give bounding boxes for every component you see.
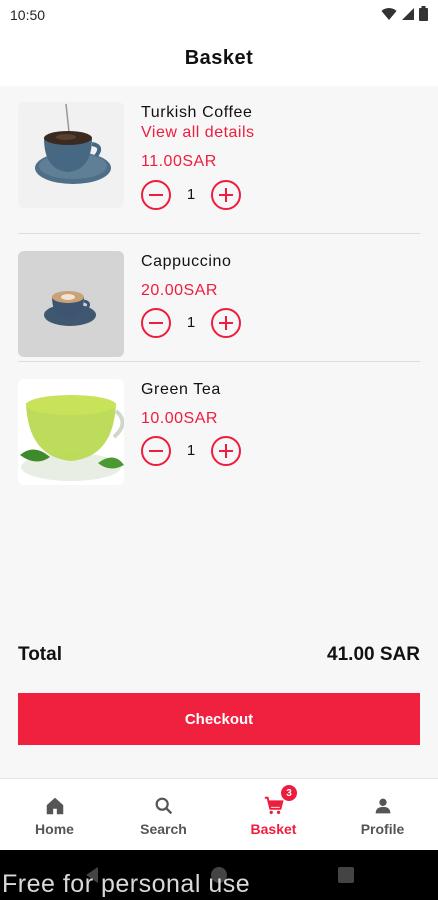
page-title: Basket: [184, 46, 254, 69]
basket-count-badge: 3: [281, 785, 297, 801]
total-label: Total: [18, 644, 62, 665]
turkish-coffee-image: [18, 102, 124, 208]
item-name: Turkish Coffee: [141, 104, 253, 121]
battery-icon: [419, 6, 428, 21]
increase-quantity-button[interactable]: [211, 436, 241, 466]
increase-quantity-button[interactable]: [211, 308, 241, 338]
item-name: Cappuccino: [141, 253, 232, 270]
bottom-nav: Home Search 3 Basket Profile: [0, 778, 438, 850]
nav-label: Search: [140, 821, 187, 837]
view-details-link[interactable]: View all details: [141, 124, 255, 142]
watermark: Free for personal use: [2, 870, 251, 898]
quantity-value: 1: [186, 186, 196, 203]
checkout-button[interactable]: Checkout: [18, 693, 420, 745]
quantity-value: 1: [186, 442, 196, 459]
nav-label: Profile: [360, 821, 405, 837]
decrease-quantity-button[interactable]: [141, 308, 171, 338]
nav-item-basket[interactable]: 3 Basket: [219, 779, 328, 851]
basket-item-cappuccino: Cappuccino 20.00SAR 1: [0, 250, 438, 360]
item-price: 11.00SAR: [141, 153, 217, 170]
nav-label: Home: [35, 821, 74, 837]
decrease-quantity-button[interactable]: [141, 436, 171, 466]
total-value: 41.00 SAR: [327, 644, 420, 665]
status-bar: 10:50: [0, 0, 438, 30]
search-icon: [155, 797, 172, 815]
basket-item-turkish-coffee: Turkish Coffee View all details 11.00SAR…: [0, 100, 438, 230]
divider: [18, 233, 420, 234]
wifi-icon: [381, 7, 397, 20]
status-icons: [381, 6, 428, 21]
app-header: Basket: [0, 30, 438, 86]
person-icon: [375, 798, 390, 814]
item-name: Green Tea: [141, 381, 221, 398]
quantity-stepper: 1: [141, 180, 241, 210]
item-price: 20.00SAR: [141, 282, 218, 299]
item-price: 10.00SAR: [141, 410, 218, 427]
green-tea-image: [18, 379, 124, 485]
cappuccino-image: [18, 251, 124, 357]
cellular-icon: [402, 7, 414, 20]
divider: [18, 361, 420, 362]
decrease-quantity-button[interactable]: [141, 180, 171, 210]
nav-item-home[interactable]: Home: [0, 779, 109, 851]
quantity-stepper: 1: [141, 308, 241, 338]
home-icon: [46, 797, 63, 815]
cart-icon: [264, 796, 284, 815]
status-time: 10:50: [10, 7, 46, 23]
nav-label: Basket: [250, 821, 297, 837]
quantity-value: 1: [186, 314, 196, 331]
nav-item-profile[interactable]: Profile: [328, 779, 437, 851]
recents-icon[interactable]: [338, 867, 354, 883]
basket-item-green-tea: Green Tea 10.00SAR 1: [0, 378, 438, 488]
nav-item-search[interactable]: Search: [109, 779, 218, 851]
increase-quantity-button[interactable]: [211, 180, 241, 210]
quantity-stepper: 1: [141, 436, 241, 466]
